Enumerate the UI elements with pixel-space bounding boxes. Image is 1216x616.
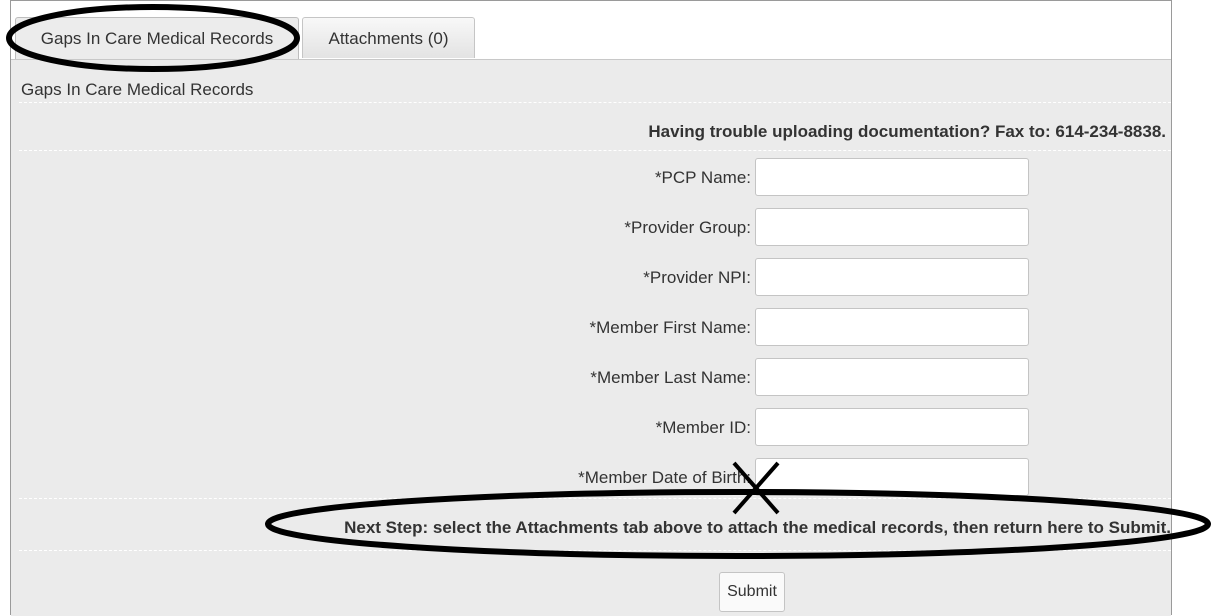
provider-group-input[interactable] — [755, 208, 1029, 246]
divider — [19, 498, 1171, 499]
tab-gaps-in-care-medical-records[interactable]: Gaps In Care Medical Records — [15, 17, 299, 59]
provider-group-label: *Provider Group: — [624, 218, 751, 237]
field-row-pcp-name: *PCP Name: — [11, 158, 1171, 198]
next-step-instruction: Next Step: select the Attachments tab ab… — [344, 518, 1171, 537]
member-id-label: *Member ID: — [655, 418, 751, 437]
form-panel: Gaps In Care Medical Records Having trou… — [11, 59, 1171, 616]
divider — [19, 150, 1171, 151]
field-row-provider-npi: *Provider NPI: — [11, 258, 1171, 298]
tab-attachments[interactable]: Attachments (0) — [302, 17, 475, 58]
member-first-name-input[interactable] — [755, 308, 1029, 346]
field-row-provider-group: *Provider Group: — [11, 208, 1171, 248]
tab-bar: Gaps In Care Medical Records Attachments… — [11, 17, 1171, 59]
field-row-member-last-name: *Member Last Name: — [11, 358, 1171, 398]
member-last-name-label: *Member Last Name: — [590, 368, 751, 387]
provider-npi-label: *Provider NPI: — [643, 268, 751, 287]
member-last-name-input[interactable] — [755, 358, 1029, 396]
divider — [19, 102, 1171, 103]
fax-notice: Having trouble uploading documentation? … — [648, 122, 1166, 141]
divider — [19, 550, 1171, 551]
member-id-input[interactable] — [755, 408, 1029, 446]
submit-button[interactable]: Submit — [719, 572, 785, 612]
pcp-name-label: *PCP Name: — [654, 168, 751, 187]
member-first-name-label: *Member First Name: — [589, 318, 751, 337]
field-row-member-dob: *Member Date of Birth: — [11, 458, 1171, 498]
member-dob-input[interactable] — [755, 458, 1029, 496]
field-row-member-first-name: *Member First Name: — [11, 308, 1171, 348]
member-dob-label: *Member Date of Birth: — [578, 468, 751, 487]
form-window: Gaps In Care Medical Records Attachments… — [10, 0, 1172, 616]
pcp-name-input[interactable] — [755, 158, 1029, 196]
provider-npi-input[interactable] — [755, 258, 1029, 296]
field-row-member-id: *Member ID: — [11, 408, 1171, 448]
panel-title: Gaps In Care Medical Records — [21, 80, 254, 99]
